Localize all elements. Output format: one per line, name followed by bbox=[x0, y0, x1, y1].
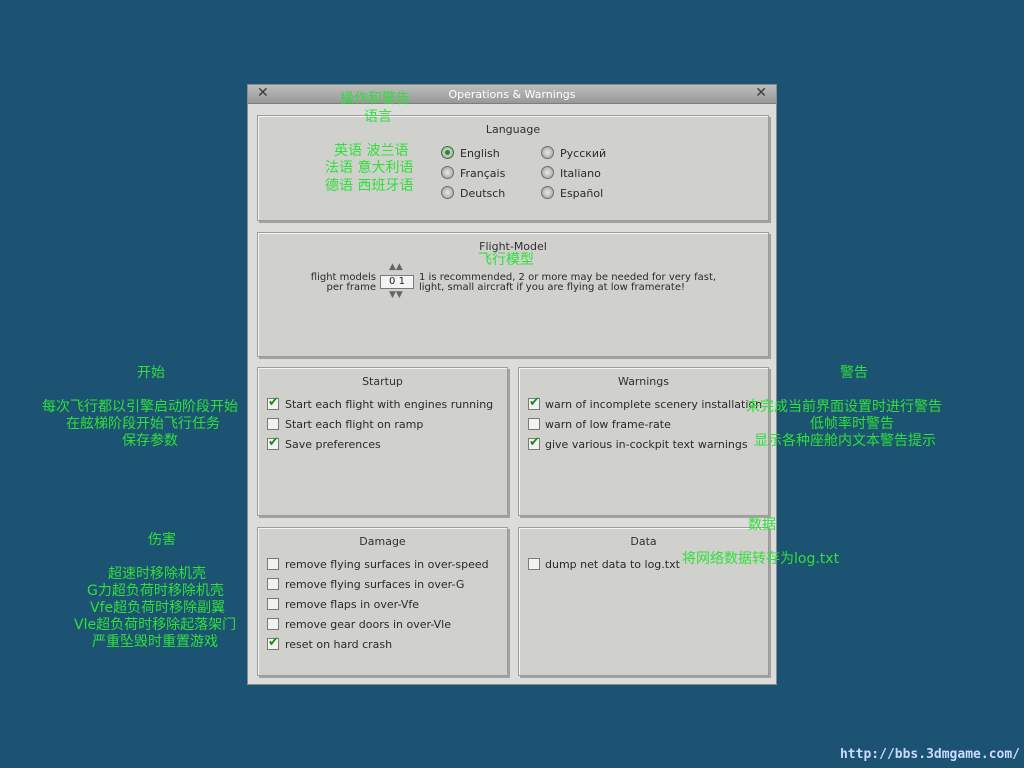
checkbox-over-vle-label: remove gear doors in over-Vle bbox=[285, 618, 451, 631]
checkbox-over-g-label: remove flying surfaces in over-G bbox=[285, 578, 465, 591]
radio-espanol-label: Español bbox=[560, 187, 604, 200]
watermark-url: http://bbs.3dmgame.com/ bbox=[839, 747, 1020, 762]
checkbox-overspeed-label: remove flying surfaces in over-speed bbox=[285, 558, 489, 571]
warnings-panel-title: Warnings bbox=[618, 375, 669, 388]
annotation-language: 语言 bbox=[364, 109, 392, 125]
annotation-warnings: 警告 bbox=[840, 365, 868, 381]
title-bar[interactable]: ✕ Operations & Warnings ✕ bbox=[248, 85, 776, 104]
checkbox-save-preferences-label: Save preferences bbox=[285, 438, 381, 451]
checkbox-reset-hard-crash-label: reset on hard crash bbox=[285, 638, 393, 651]
checkbox-start-on-ramp-label: Start each flight on ramp bbox=[285, 418, 424, 431]
radio-english[interactable] bbox=[441, 146, 454, 159]
radio-english-label: English bbox=[460, 147, 500, 160]
checkbox-over-vle[interactable] bbox=[267, 618, 279, 630]
checkbox-over-vfe[interactable] bbox=[267, 598, 279, 610]
radio-italiano-label: Italiano bbox=[560, 167, 601, 180]
flight-models-label-2: per frame bbox=[326, 282, 376, 293]
checkbox-save-preferences[interactable] bbox=[267, 435, 279, 450]
damage-panel-title: Damage bbox=[359, 535, 406, 548]
annotation-startup: 开始 bbox=[137, 365, 165, 381]
annotation-flight-model: 飞行模型 bbox=[478, 252, 534, 268]
checkbox-warn-framerate-label: warn of low frame-rate bbox=[545, 418, 671, 431]
radio-francais[interactable] bbox=[441, 166, 454, 179]
annotation-startup-3: 保存参数 bbox=[122, 433, 178, 449]
radio-francais-label: Français bbox=[460, 167, 506, 180]
annotation-damage: 伤害 bbox=[148, 532, 176, 548]
checkbox-engines-running-label: Start each flight with engines running bbox=[285, 398, 494, 411]
spinner-up-icon[interactable]: ▲▲ bbox=[389, 262, 403, 272]
annotation-title: 操作和警告 bbox=[340, 91, 410, 107]
checkbox-over-vfe-label: remove flaps in over-Vfe bbox=[285, 598, 419, 611]
annotation-lang-row3: 德语 西班牙语 bbox=[325, 178, 414, 194]
close-icon-right[interactable]: ✕ bbox=[755, 85, 767, 102]
flight-models-spinner[interactable]: 0 1 bbox=[380, 275, 414, 289]
annotation-warnings-3: 显示各种座舱内文本警告提示 bbox=[754, 433, 936, 449]
radio-deutsch-label: Deutsch bbox=[460, 187, 506, 200]
checkbox-cockpit-warnings-label: give various in-cockpit text warnings bbox=[545, 438, 748, 451]
checkbox-engines-running[interactable] bbox=[267, 395, 279, 410]
language-panel-title: Language bbox=[485, 123, 541, 136]
data-panel-title: Data bbox=[630, 535, 657, 548]
damage-panel: Damage remove flying surfaces in over-sp… bbox=[257, 527, 508, 676]
checkbox-dump-net-data-label: dump net data to log.txt bbox=[545, 558, 680, 571]
checkbox-reset-hard-crash[interactable] bbox=[267, 635, 279, 650]
spinner-down-icon[interactable]: ▼▼ bbox=[389, 290, 403, 300]
radio-russian-label: Русский bbox=[560, 147, 607, 160]
checkbox-warn-scenery-label: warn of incomplete scenery installation bbox=[545, 398, 763, 411]
flight-models-note-2: light, small aircraft if you are flying … bbox=[419, 282, 686, 293]
radio-italiano[interactable] bbox=[541, 166, 554, 179]
checkbox-cockpit-warnings[interactable] bbox=[528, 435, 540, 450]
checkbox-over-g[interactable] bbox=[267, 578, 279, 590]
warnings-panel: Warnings warn of incomplete scenery inst… bbox=[518, 367, 769, 516]
checkbox-overspeed[interactable] bbox=[267, 558, 279, 570]
startup-panel-title: Startup bbox=[362, 375, 403, 388]
checkbox-warn-scenery[interactable] bbox=[528, 395, 540, 410]
window-title: Operations & Warnings bbox=[448, 88, 576, 101]
checkbox-warn-framerate[interactable] bbox=[528, 418, 540, 430]
annotation-lang-row2: 法语 意大利语 bbox=[325, 160, 414, 176]
annotation-data-1: 将网络数据转存为log.txt bbox=[682, 551, 840, 567]
annotation-damage-5: 严重坠毁时重置游戏 bbox=[92, 634, 218, 650]
annotation-data: 数据 bbox=[748, 517, 776, 533]
checkbox-start-on-ramp[interactable] bbox=[267, 418, 279, 430]
startup-panel: Startup Start each flight with engines r… bbox=[257, 367, 508, 516]
radio-espanol[interactable] bbox=[541, 186, 554, 199]
checkbox-dump-net-data[interactable] bbox=[528, 558, 540, 570]
radio-deutsch[interactable] bbox=[441, 186, 454, 199]
radio-russian[interactable] bbox=[541, 146, 554, 159]
